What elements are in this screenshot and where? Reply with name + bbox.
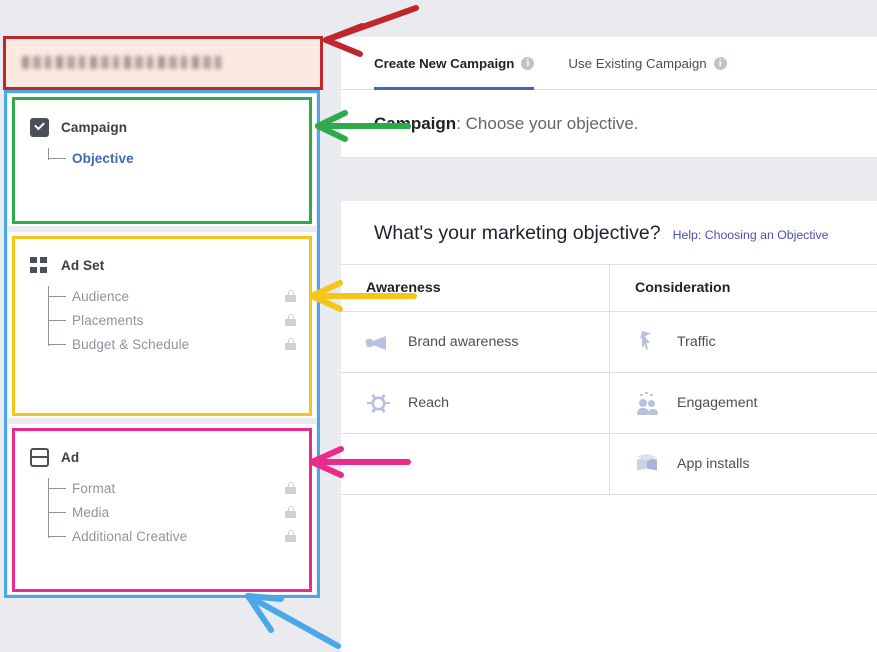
- sidebar-item-label: Objective: [72, 150, 134, 166]
- sidebar-item-format[interactable]: Format: [46, 476, 316, 500]
- lock-icon: [285, 482, 296, 494]
- step-header-bold: Campaign: [374, 113, 457, 133]
- objective-label: Traffic: [677, 334, 716, 350]
- screenshot-root: ███████████████ Campaign Objective Ad Se…: [0, 0, 877, 652]
- lock-icon: [285, 290, 296, 302]
- sidebar-item-label: Audience: [72, 288, 130, 304]
- tab-label: Create New Campaign: [374, 55, 515, 71]
- ad-set-item-tree: Audience Placements Budget & Schedule: [8, 284, 316, 356]
- objective-empty-slot: [341, 434, 609, 495]
- objective-label: Brand awareness: [408, 334, 519, 350]
- column-header: Consideration: [610, 265, 877, 312]
- objectives-grid: Awareness Brand awareness Reach Consider…: [341, 264, 877, 495]
- checkbox-checked-icon: [30, 118, 49, 137]
- tab-create-new-campaign[interactable]: Create New Campaign i: [374, 37, 535, 90]
- sidebar-item-additional-creative[interactable]: Additional Creative: [46, 524, 316, 548]
- ad-item-tree: Format Media Additional Creative: [8, 476, 316, 548]
- sidebar-item-label: Budget & Schedule: [72, 336, 190, 352]
- objective-label: Reach: [408, 395, 450, 411]
- account-selector-bar[interactable]: ███████████████: [4, 37, 320, 88]
- sidebar-item-label: Media: [72, 504, 110, 520]
- cursor-icon: [635, 330, 660, 355]
- objective-heading-row: What's your marketing objective? Help: C…: [341, 201, 877, 264]
- objective-column-awareness: Awareness Brand awareness Reach: [341, 265, 609, 495]
- info-icon[interactable]: i: [713, 56, 727, 70]
- sidebar-item-objective[interactable]: Objective: [46, 146, 316, 170]
- lock-icon: [285, 314, 296, 326]
- sidebar-item-label: Format: [72, 480, 116, 496]
- objective-column-consideration: Consideration Traffic Engagement App ins…: [609, 265, 877, 495]
- sidebar-item-label: Additional Creative: [72, 528, 188, 544]
- grid-icon: [30, 256, 49, 275]
- step-header: Campaign : Choose your objective.: [341, 90, 877, 158]
- people-icon: [635, 391, 660, 416]
- campaign-tabs: Create New Campaign i Use Existing Campa…: [341, 37, 877, 90]
- ad-section-title: Ad: [61, 450, 80, 465]
- campaign-section-header[interactable]: Campaign: [8, 94, 316, 137]
- account-name-redacted: ███████████████: [22, 56, 222, 69]
- lock-icon: [285, 506, 296, 518]
- campaign-item-tree: Objective: [8, 146, 316, 170]
- campaign-section-title: Campaign: [61, 120, 128, 135]
- ad-set-section-title: Ad Set: [61, 258, 105, 273]
- sidebar-item-budget-and-schedule[interactable]: Budget & Schedule: [46, 332, 316, 356]
- ad-set-section-header[interactable]: Ad Set: [8, 232, 316, 275]
- navigation-rail: ███████████████ Campaign Objective Ad Se…: [0, 0, 325, 652]
- burst-icon: [366, 391, 391, 416]
- objective-label: App installs: [677, 456, 750, 472]
- objective-brand-awareness[interactable]: Brand awareness: [341, 312, 609, 373]
- step-header-rest: : Choose your objective.: [456, 113, 639, 133]
- ad-window-icon: [30, 448, 49, 467]
- megaphone-icon: [366, 330, 391, 355]
- ad-section-header[interactable]: Ad: [8, 424, 316, 467]
- lock-icon: [285, 530, 296, 542]
- objective-reach[interactable]: Reach: [341, 373, 609, 434]
- tab-label: Use Existing Campaign: [568, 55, 707, 71]
- page-title: What's your marketing objective?: [374, 222, 661, 244]
- objective-app-installs[interactable]: App installs: [610, 434, 877, 495]
- objective-label: Engagement: [677, 395, 758, 411]
- sidebar-item-label: Placements: [72, 312, 144, 328]
- section-gap: [341, 158, 877, 201]
- objective-traffic[interactable]: Traffic: [610, 312, 877, 373]
- lock-icon: [285, 338, 296, 350]
- campaign-section: Campaign Objective: [8, 94, 316, 226]
- info-icon[interactable]: i: [521, 56, 535, 70]
- tab-use-existing-campaign[interactable]: Use Existing Campaign i: [568, 37, 727, 90]
- column-header: Awareness: [341, 265, 609, 312]
- main-content-panel: Create New Campaign i Use Existing Campa…: [341, 37, 877, 652]
- sidebar-item-media[interactable]: Media: [46, 500, 316, 524]
- box-icon: [635, 452, 660, 477]
- help-link[interactable]: Help: Choosing an Objective: [673, 228, 829, 242]
- objective-engagement[interactable]: Engagement: [610, 373, 877, 434]
- sidebar-item-audience[interactable]: Audience: [46, 284, 316, 308]
- sidebar-item-placements[interactable]: Placements: [46, 308, 316, 332]
- ad-set-section: Ad Set Audience Placements Budget & Sche…: [8, 232, 316, 418]
- ad-section: Ad Format Media Additional Creative: [8, 424, 316, 594]
